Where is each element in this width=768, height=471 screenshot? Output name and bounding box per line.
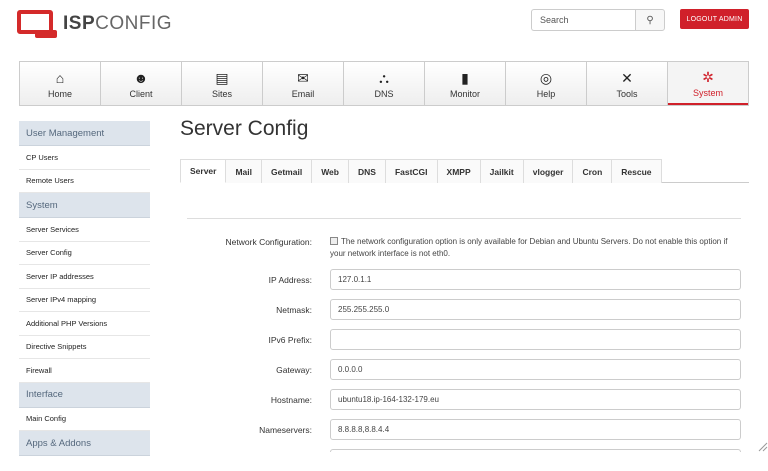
sidebar-item-server-ip[interactable]: Server IP addresses [19, 265, 150, 289]
logo-monitor-icon [17, 10, 57, 38]
sidebar-item-firewall[interactable]: Firewall [19, 359, 150, 383]
tab-vlogger[interactable]: vlogger [524, 159, 574, 183]
gateway-row: Gateway: [180, 359, 749, 381]
tools-icon: ✕ [621, 69, 633, 87]
ipv6-prefix-label: IPv6 Prefix: [269, 335, 312, 345]
page-title: Server Config [180, 117, 308, 141]
users-icon: ☻ [134, 69, 149, 87]
tab-cron[interactable]: Cron [573, 159, 612, 183]
nav-dns[interactable]: ⛬ DNS [344, 62, 425, 105]
search-icon: ⚲ [646, 15, 653, 26]
home-icon: ⌂ [56, 69, 64, 87]
network-config-text: The network configuration option is only… [330, 237, 727, 258]
gateway-label: Gateway: [276, 365, 312, 375]
gear-icon: ✲ [702, 68, 714, 86]
sidebar-item-server-config[interactable]: Server Config [19, 242, 150, 266]
email-icon: ✉ [297, 69, 309, 87]
tab-jailkit[interactable]: Jailkit [481, 159, 524, 183]
nav-email[interactable]: ✉ Email [263, 62, 344, 105]
nav-system[interactable]: ✲ System [668, 62, 748, 105]
sidebar-item-remote-users[interactable]: Remote Users [19, 170, 150, 194]
hostname-input[interactable] [330, 389, 741, 410]
form-divider [187, 218, 741, 219]
network-config-label: Network Configuration: [226, 237, 312, 247]
gateway-input[interactable] [330, 359, 741, 380]
resize-grip-icon[interactable] [756, 440, 768, 452]
network-config-row: Network Configuration: The network confi… [180, 236, 749, 258]
main-nav: ⌂ Home ☻ Client ▤ Sites ✉ Email ⛬ DNS ▮ … [19, 61, 749, 106]
sidebar-item-cp-users[interactable]: CP Users [19, 146, 150, 170]
tab-mail[interactable]: Mail [226, 159, 262, 183]
search-button[interactable]: ⚲ [635, 9, 665, 31]
nameservers-label: Nameservers: [259, 425, 312, 435]
netmask-label: Netmask: [276, 305, 312, 315]
sidebar-item-directive-snippets[interactable]: Directive Snippets [19, 336, 150, 360]
sidebar-item-server-ipv4[interactable]: Server IPv4 mapping [19, 289, 150, 313]
ispconfig-logo[interactable]: ISPCONFIG [17, 10, 172, 38]
header: ISPCONFIG ⚲ LOGOUT ADMIN [0, 0, 768, 56]
nav-client[interactable]: ☻ Client [101, 62, 182, 105]
sidebar-section-user-management: User Management [19, 121, 150, 146]
search-input[interactable] [531, 9, 635, 31]
nameservers-row: Nameservers: [180, 419, 749, 441]
sidebar-section-system: System [19, 193, 150, 218]
logout-button[interactable]: LOGOUT ADMIN [680, 9, 749, 29]
nameservers-input[interactable] [330, 419, 741, 440]
network-config-field: The network configuration option is only… [330, 236, 741, 260]
dns-icon: ⛬ [379, 69, 389, 87]
tab-web[interactable]: Web [312, 159, 349, 183]
sidebar-section-apps-addons: Apps & Addons [19, 431, 150, 456]
help-icon: ◎ [540, 69, 552, 87]
sidebar-item-additional-php[interactable]: Additional PHP Versions [19, 312, 150, 336]
sidebar: User Management CP Users Remote Users Sy… [19, 121, 150, 456]
next-field-row [180, 449, 749, 471]
tab-rescue[interactable]: Rescue [612, 159, 661, 183]
ipv6-prefix-input[interactable] [330, 329, 741, 350]
ipv6-prefix-row: IPv6 Prefix: [180, 329, 749, 351]
nav-sites[interactable]: ▤ Sites [182, 62, 263, 105]
tab-dns[interactable]: DNS [349, 159, 386, 183]
monitor-icon: ▮ [461, 69, 469, 87]
tab-fastcgi[interactable]: FastCGI [386, 159, 438, 183]
tab-getmail[interactable]: Getmail [262, 159, 312, 183]
ip-address-row: IP Address: [180, 269, 749, 291]
nav-tools[interactable]: ✕ Tools [587, 62, 668, 105]
network-config-checkbox[interactable] [330, 237, 338, 245]
nav-home[interactable]: ⌂ Home [20, 62, 101, 105]
logo-text: ISPCONFIG [63, 13, 172, 35]
tab-xmpp[interactable]: XMPP [438, 159, 481, 183]
sites-icon: ▤ [215, 69, 228, 87]
tab-server[interactable]: Server [180, 159, 226, 183]
netmask-input[interactable] [330, 299, 741, 320]
tab-bar: Server Mail Getmail Web DNS FastCGI XMPP… [180, 159, 749, 183]
hostname-label: Hostname: [271, 395, 312, 405]
sidebar-item-server-services[interactable]: Server Services [19, 218, 150, 242]
sidebar-section-interface: Interface [19, 383, 150, 408]
sidebar-item-main-config[interactable]: Main Config [19, 408, 150, 432]
hostname-row: Hostname: [180, 389, 749, 411]
nav-help[interactable]: ◎ Help [506, 62, 587, 105]
nav-monitor[interactable]: ▮ Monitor [425, 62, 506, 105]
ip-address-label: IP Address: [269, 275, 312, 285]
ip-address-input[interactable] [330, 269, 741, 290]
netmask-row: Netmask: [180, 299, 749, 321]
